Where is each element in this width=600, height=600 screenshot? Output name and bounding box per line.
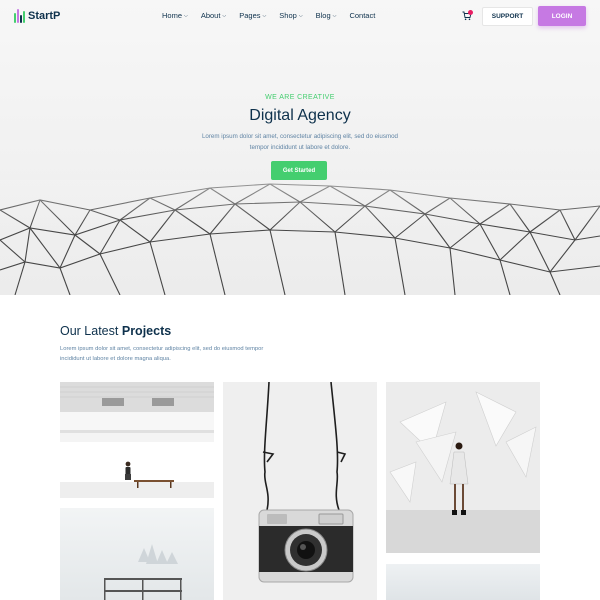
nav-item-home[interactable]: Home ⌵ — [162, 11, 188, 20]
chevron-down-icon: ⌵ — [262, 12, 267, 19]
nav-menu: Home ⌵ About ⌵ Pages ⌵ Shop ⌵ Blog ⌵ Contact — [162, 11, 375, 20]
nav-item-blog[interactable]: Blog ⌵ — [316, 11, 337, 20]
chevron-down-icon: ⌵ — [332, 12, 337, 19]
nav-item-contact[interactable]: Contact — [349, 11, 375, 20]
cart-count-badge — [468, 10, 473, 15]
nav-item-label: Blog — [315, 11, 331, 20]
hero-eyebrow: WE ARE CREATIVE — [265, 94, 335, 101]
projects-title-bold: Projects — [121, 324, 172, 338]
get-started-button[interactable]: Get Started — [271, 161, 327, 180]
project-card[interactable] — [60, 382, 214, 498]
logo-text: StartP — [28, 10, 61, 22]
geodesic-roof-image — [0, 180, 600, 295]
projects-description: Lorem ipsum dolor sit amet, consectetur … — [60, 346, 264, 362]
chevron-down-icon: ⌵ — [222, 12, 227, 19]
project-card[interactable] — [60, 508, 214, 600]
nav-item-label: Shop — [279, 11, 297, 20]
foggy-landscape-image — [104, 544, 182, 600]
chevron-down-icon: ⌵ — [184, 12, 188, 19]
login-button[interactable]: LOGIN — [538, 6, 586, 26]
projects-title: Our Latest Projects — [60, 324, 171, 338]
project-card[interactable] — [223, 382, 377, 600]
camera-image — [258, 382, 354, 583]
project-card[interactable] — [386, 564, 540, 600]
chevron-down-icon: ⌵ — [298, 12, 303, 19]
geometric-wall-image — [386, 382, 540, 553]
hero-description: Lorem ipsum dolor sit amet, consectetur … — [201, 133, 399, 151]
nav-item-label: Contact — [349, 11, 376, 20]
nav-item-label: Pages — [239, 11, 261, 20]
nav-item-label: About — [200, 11, 221, 20]
project-card[interactable] — [386, 382, 540, 553]
hero-title: Digital Agency — [249, 107, 351, 124]
support-button[interactable]: SUPPORT — [482, 7, 533, 26]
nav-item-shop[interactable]: Shop ⌵ — [279, 11, 302, 20]
logo-bars-icon — [14, 9, 25, 23]
logo[interactable]: StartP — [14, 9, 60, 23]
nav-item-about[interactable]: About ⌵ — [201, 11, 226, 20]
gallery-bench-image — [60, 382, 214, 498]
nav-item-label: Home — [162, 11, 183, 20]
projects-title-prefix: Our Latest — [60, 324, 119, 338]
hero-section: WE ARE CREATIVE Digital Agency Lorem ips… — [0, 0, 600, 295]
navbar: StartP Home ⌵ About ⌵ Pages ⌵ Shop ⌵ Blog ⌵ C… — [0, 0, 600, 34]
nav-item-pages[interactable]: Pages ⌵ — [239, 11, 266, 20]
